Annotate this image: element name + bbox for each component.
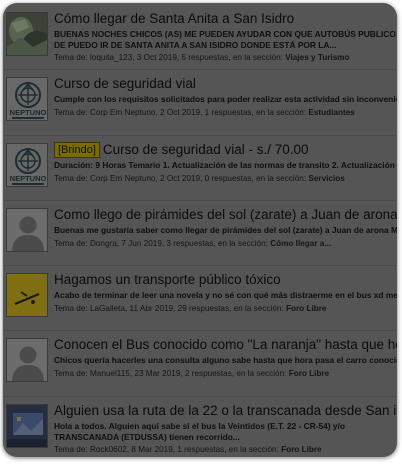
list-item[interactable]: NEPTUNO Curso de seguridad vial Cumple c… [3, 70, 397, 136]
prefix-badge: [Brindo] [54, 141, 100, 158]
list-item[interactable]: NEPTUNO [Brindo] Curso de seguridad vial … [3, 136, 397, 201]
topic-meta: Tema de: Corp Em Neptuno, 2 Oct 2019, 1 … [54, 107, 397, 118]
section-link[interactable]: Cómo llegar a... [270, 239, 331, 248]
topic-excerpt: Buenas me gustaría saber como llegar de … [54, 224, 397, 235]
section-link[interactable]: Estudiantes [308, 108, 354, 117]
topic-thumbnail[interactable] [6, 338, 48, 383]
section-link[interactable]: Foro Libre [281, 445, 321, 454]
topic-excerpt: Hola a todos. Alguien aquí sabe si el bu… [54, 420, 346, 442]
topic-title[interactable]: Alguien usa la ruta de la 22 o la transc… [54, 403, 397, 419]
topic-title-row[interactable]: [Brindo] Curso de seguridad vial - s./ 70… [54, 141, 397, 158]
topic-meta: Tema de: Rock0602, 8 Mar 2019, 1 respues… [54, 444, 397, 455]
topic-title[interactable]: Conocen el Bus conocido como "La naranja… [54, 337, 397, 353]
list-item[interactable]: Cómo llegar de Santa Anita a San Isidro … [3, 5, 397, 71]
topic-meta: Tema de: Manuel115, 23 Mar 2019, 2 respu… [54, 368, 397, 379]
svg-text:NEPTUNO: NEPTUNO [10, 108, 47, 117]
neptuno-logo-icon: NEPTUNO [7, 143, 47, 186]
topic-thumbnail[interactable] [6, 207, 48, 252]
section-link[interactable]: Servicios [308, 174, 344, 183]
yellow-avatar-icon [7, 274, 47, 317]
list-item[interactable]: Hagamos un transporte público tóxico Aca… [3, 266, 397, 332]
topic-meta-text: Tema de: Dongra, 7 Jun 2019, 3 respuesta… [54, 238, 271, 248]
topic-title[interactable]: Hagamos un transporte público tóxico [54, 272, 397, 288]
topic-excerpt: Cumple con los requisitos solicitados pa… [54, 94, 397, 105]
topic-thumbnail[interactable] [6, 273, 48, 318]
topic-meta-text: Tema de: loquita_123, 3 Oct 2019, 5 resp… [54, 53, 286, 62]
topic-meta: Tema de: loquita_123, 3 Oct 2019, 5 resp… [54, 52, 397, 63]
default-avatar-icon [7, 208, 47, 251]
topic-excerpt: Chicos quería hacerles una consulta algu… [54, 355, 397, 366]
photo-icon [7, 404, 47, 447]
topic-thumbnail[interactable] [6, 12, 48, 56]
topic-meta-text: Tema de: Corp Em Neptuno, 2 Oct 2019, 0 … [54, 173, 309, 183]
topic-meta-text: Tema de: Manuel115, 23 Mar 2019, 2 respu… [54, 369, 289, 379]
section-link[interactable]: Foro Libre [286, 304, 326, 313]
topic-title[interactable]: Cómo llegar de Santa Anita a San Isidro [54, 11, 397, 27]
section-link[interactable]: Foro Libre [289, 369, 329, 378]
neptuno-logo-icon: NEPTUNO [7, 78, 47, 121]
topic-title[interactable]: Curso de seguridad vial [54, 76, 397, 92]
topic-excerpt: BUENAS NOCHES CHICOS (AS) ME PUEDEN AYUD… [54, 29, 396, 50]
topic-title[interactable]: Curso de seguridad vial - s./ 70.00 [103, 142, 309, 157]
topic-thumbnail[interactable]: NEPTUNO [6, 142, 48, 187]
list-item[interactable]: Conocen el Bus conocido como "La naranja… [3, 331, 397, 397]
topic-list-panel: Cómo llegar de Santa Anita a San Isidro … [3, 3, 397, 457]
topic-thumbnail[interactable] [6, 403, 48, 448]
topic-meta-text: Tema de: Corp Em Neptuno, 2 Oct 2019, 1 … [54, 108, 309, 118]
section-link[interactable]: Viajes y Turismo [285, 53, 349, 62]
topic-list: Cómo llegar de Santa Anita a San Isidro … [3, 5, 397, 457]
topic-title[interactable]: Como llego de pirámides del sol (zarate)… [54, 207, 397, 223]
topic-meta-text: Tema de: LaGalleta, 11 Abr 2019, 29 resp… [54, 304, 286, 314]
topic-meta-text: Tema de: Rock0602, 8 Mar 2019, 1 respues… [54, 444, 282, 454]
default-avatar-icon [7, 339, 47, 382]
topic-thumbnail[interactable]: NEPTUNO [6, 77, 48, 122]
svg-text:NEPTUNO: NEPTUNO [10, 174, 47, 183]
photo-icon [7, 13, 47, 55]
topic-excerpt: Duración: 9 Horas Temario 1. Actualizaci… [54, 159, 397, 170]
topic-meta: Tema de: LaGalleta, 11 Abr 2019, 29 resp… [54, 303, 397, 314]
topic-meta: Tema de: Dongra, 7 Jun 2019, 3 respuesta… [54, 238, 397, 249]
list-item[interactable]: Como llego de pirámides del sol (zarate)… [3, 201, 397, 267]
topic-meta: Tema de: Corp Em Neptuno, 2 Oct 2019, 0 … [54, 173, 397, 184]
list-item[interactable]: Alguien usa la ruta de la 22 o la transc… [3, 397, 397, 457]
topic-excerpt: Acabo de terminar de leer una novela y n… [54, 290, 397, 301]
